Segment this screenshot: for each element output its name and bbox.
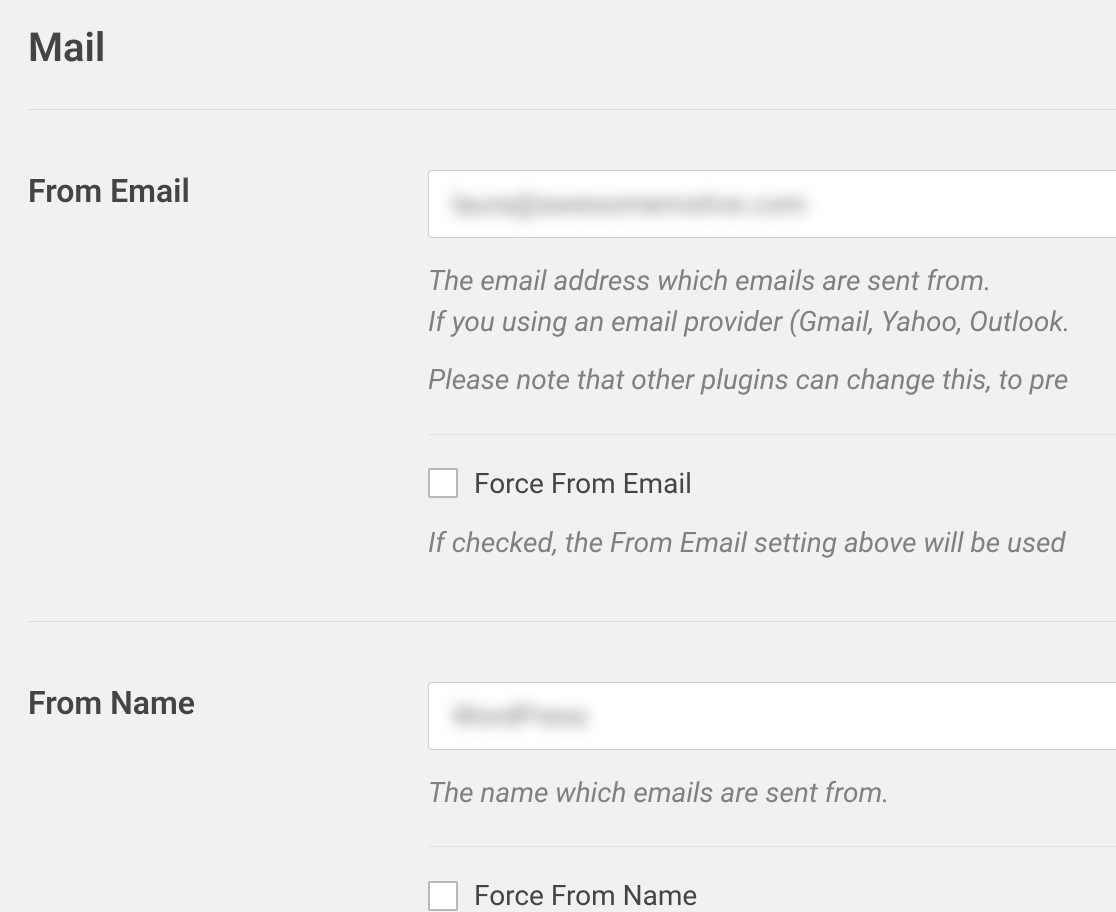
from-email-label: From Email — [28, 170, 428, 563]
from-email-desc-2: If you using an email provider (Gmail, Y… — [428, 303, 1116, 342]
from-name-input[interactable] — [428, 682, 1116, 750]
from-email-desc-3: Please note that other plugins can chang… — [428, 361, 1116, 400]
section-title: Mail — [28, 0, 1116, 110]
from-name-label: From Name — [28, 682, 428, 912]
force-from-email-label[interactable]: Force From Email — [474, 467, 692, 500]
force-from-name-label[interactable]: Force From Name — [474, 879, 697, 912]
from-name-row: From Name WordPress The name which email… — [28, 622, 1116, 912]
divider — [428, 846, 1116, 847]
force-from-name-checkbox[interactable] — [428, 881, 458, 911]
from-email-row: From Email laura@awesomemotive.com The e… — [28, 110, 1116, 622]
divider — [428, 434, 1116, 435]
from-email-input[interactable] — [428, 170, 1116, 238]
force-from-email-desc: If checked, the From Email setting above… — [428, 524, 1116, 563]
from-name-desc: The name which emails are sent from. — [428, 774, 1116, 813]
from-email-desc-1: The email address which emails are sent … — [428, 262, 1116, 301]
force-from-email-checkbox[interactable] — [428, 468, 458, 498]
